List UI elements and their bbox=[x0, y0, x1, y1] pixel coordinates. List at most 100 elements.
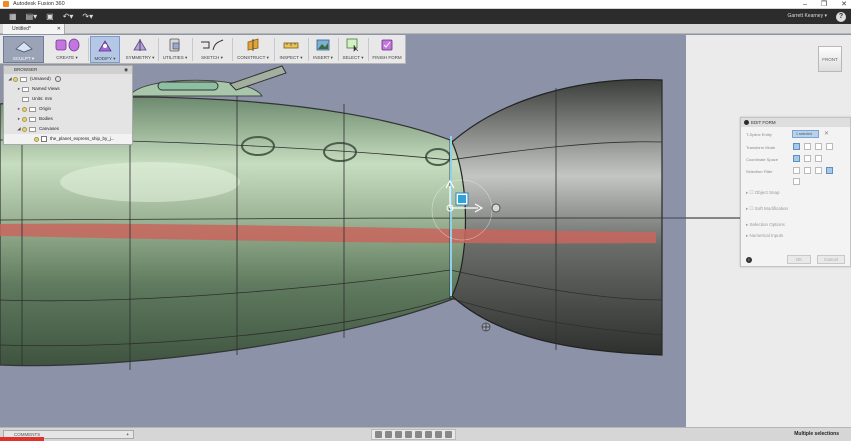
visibility-bulb-icon[interactable] bbox=[22, 106, 27, 112]
vertex-filter-icon[interactable] bbox=[793, 167, 800, 174]
display-settings-icon[interactable] bbox=[425, 431, 432, 438]
edit-form-dialog: EDIT FORM T-Spline Entity 1 selected ✕ T… bbox=[740, 117, 851, 267]
body-filter-icon[interactable] bbox=[793, 178, 800, 185]
create-menu[interactable]: CREATE ▾ bbox=[48, 36, 86, 63]
measure-icon bbox=[276, 37, 306, 53]
close-tab-icon[interactable]: ✕ bbox=[57, 24, 61, 34]
sculpt-workspace-icon bbox=[4, 38, 43, 54]
soft-modification-section[interactable]: ▸ ☐ Soft Modification bbox=[746, 206, 788, 212]
finish-form-icon bbox=[370, 37, 404, 53]
info-icon[interactable]: i bbox=[746, 257, 752, 263]
multi-transform-icon[interactable] bbox=[793, 143, 800, 150]
selection-filter-options bbox=[793, 167, 833, 174]
move-cursor-icon bbox=[481, 322, 491, 332]
document-tab-label: Untitled* bbox=[12, 26, 31, 32]
sketch-menu[interactable]: SKETCH ▾ bbox=[194, 36, 230, 63]
bottom-bar: COMMENTS + Multiple selections bbox=[0, 427, 851, 441]
world-space-icon[interactable] bbox=[793, 155, 800, 162]
scale-icon[interactable] bbox=[826, 143, 833, 150]
redo-icon[interactable]: ↷▾ bbox=[82, 9, 93, 24]
add-comment-icon[interactable]: + bbox=[126, 431, 129, 439]
sketch-icon bbox=[194, 37, 230, 53]
inspect-menu[interactable]: INSPECT ▾ bbox=[276, 36, 306, 63]
file-menu-icon[interactable]: ▤▾ bbox=[26, 9, 38, 24]
select-menu[interactable]: SELECT ▾ bbox=[340, 36, 366, 63]
fusion-logo-icon bbox=[3, 1, 9, 7]
document-tab[interactable]: Untitled* ✕ bbox=[3, 24, 65, 34]
ok-button[interactable]: OK bbox=[787, 255, 811, 264]
edge-filter-icon[interactable] bbox=[804, 167, 811, 174]
fit-icon[interactable] bbox=[415, 431, 422, 438]
close-icon[interactable]: ✕ bbox=[841, 0, 847, 9]
cancel-button[interactable]: Cancel bbox=[817, 255, 845, 264]
browser-item-units[interactable]: Units: mm bbox=[4, 94, 132, 104]
browser-item-label: Canvases bbox=[39, 126, 60, 131]
local-space-icon[interactable] bbox=[815, 155, 822, 162]
all-filter-icon[interactable] bbox=[826, 167, 833, 174]
visibility-bulb-icon[interactable] bbox=[22, 116, 27, 122]
look-at-icon[interactable] bbox=[385, 431, 392, 438]
browser-item-named-views[interactable]: ▸ Named Views bbox=[4, 84, 132, 94]
browser-item-bodies[interactable]: ▸ Bodies bbox=[4, 114, 132, 124]
selection-options-section[interactable]: ▸ Selection Options bbox=[746, 222, 785, 228]
modify-menu[interactable]: MODIFY ▾ bbox=[90, 36, 120, 63]
grid-settings-icon[interactable] bbox=[435, 431, 442, 438]
zoom-icon[interactable] bbox=[405, 431, 412, 438]
minimize-icon[interactable]: – bbox=[803, 0, 807, 9]
active-radio-icon[interactable] bbox=[54, 76, 61, 82]
visibility-bulb-icon[interactable] bbox=[13, 76, 18, 82]
symmetry-menu-label: SYMMETRY ▾ bbox=[125, 55, 155, 60]
finish-form-button[interactable]: FINISH FORM bbox=[370, 36, 404, 63]
finish-form-label: FINISH FORM bbox=[372, 55, 402, 60]
create-form-icon bbox=[48, 37, 86, 53]
toolbar-separator bbox=[308, 38, 309, 61]
document-tab-bar: Untitled* ✕ bbox=[0, 24, 851, 34]
viewports-icon[interactable] bbox=[445, 431, 452, 438]
utilities-menu[interactable]: UTILITIES ▾ bbox=[160, 36, 190, 63]
undo-icon[interactable]: ↶▾ bbox=[63, 9, 74, 24]
visibility-bulb-icon[interactable] bbox=[34, 136, 39, 142]
window-title: Autodesk Fusion 360 bbox=[13, 1, 65, 7]
view-space-icon[interactable] bbox=[804, 155, 811, 162]
save-icon[interactable]: ▣ bbox=[46, 9, 54, 24]
symmetry-menu[interactable]: SYMMETRY ▾ bbox=[124, 36, 156, 63]
browser-item-canvases[interactable]: ◢ Canvases bbox=[4, 124, 132, 134]
object-snap-section[interactable]: ▸ ☐ Object Snap bbox=[746, 190, 780, 196]
orbit-icon[interactable] bbox=[375, 431, 382, 438]
clear-selection-icon[interactable]: ✕ bbox=[824, 130, 829, 137]
view-cube[interactable]: FRONT bbox=[818, 46, 842, 72]
data-panel-grid-icon[interactable]: ▦ bbox=[9, 9, 17, 24]
body-filter-options bbox=[793, 178, 800, 185]
browser-header[interactable]: BROWSER ◉ bbox=[4, 66, 132, 74]
construct-menu-label: CONSTRUCT ▾ bbox=[237, 55, 269, 60]
numerical-inputs-label: Numerical Inputs bbox=[749, 233, 784, 238]
tspline-entity-selection[interactable]: 1 selected bbox=[792, 130, 819, 138]
video-progress-bar bbox=[0, 437, 44, 441]
utilities-menu-label: UTILITIES ▾ bbox=[162, 55, 188, 60]
window-controls: – ❐ ✕ bbox=[803, 0, 847, 9]
selection-options-label: Selection Options bbox=[749, 222, 785, 227]
dialog-status-icon bbox=[744, 120, 749, 125]
navigation-toolbar bbox=[371, 429, 456, 440]
dialog-header[interactable]: EDIT FORM bbox=[741, 118, 850, 127]
transform-mode-label: Transform Mode bbox=[746, 145, 776, 150]
user-account-menu[interactable]: Garrett Kearney ▾ bbox=[788, 9, 827, 24]
numerical-inputs-section[interactable]: ▸ Numerical Inputs bbox=[746, 233, 783, 239]
visibility-bulb-icon[interactable] bbox=[22, 126, 27, 132]
insert-menu[interactable]: INSERT ▾ bbox=[310, 36, 336, 63]
browser-item-origin[interactable]: ▸ Origin bbox=[4, 104, 132, 114]
toolbar-separator bbox=[88, 38, 89, 61]
workspace-switcher[interactable]: SCULPT ▾ bbox=[3, 36, 44, 63]
help-icon[interactable]: ? bbox=[836, 12, 846, 22]
translate-icon[interactable] bbox=[804, 143, 811, 150]
folder-icon bbox=[22, 86, 29, 92]
transform-mode-options bbox=[793, 143, 833, 150]
rotate-icon[interactable] bbox=[815, 143, 822, 150]
pan-icon[interactable] bbox=[395, 431, 402, 438]
browser-root[interactable]: ◢ (Unsaved) bbox=[4, 74, 132, 84]
browser-item-canvas-image[interactable]: the_planet_express_ship_by_j... bbox=[4, 134, 132, 144]
construct-menu[interactable]: CONSTRUCT ▾ bbox=[234, 36, 272, 63]
maximize-icon[interactable]: ❐ bbox=[821, 0, 827, 9]
browser-pin-icon[interactable]: ◉ bbox=[124, 66, 128, 74]
face-filter-icon[interactable] bbox=[815, 167, 822, 174]
